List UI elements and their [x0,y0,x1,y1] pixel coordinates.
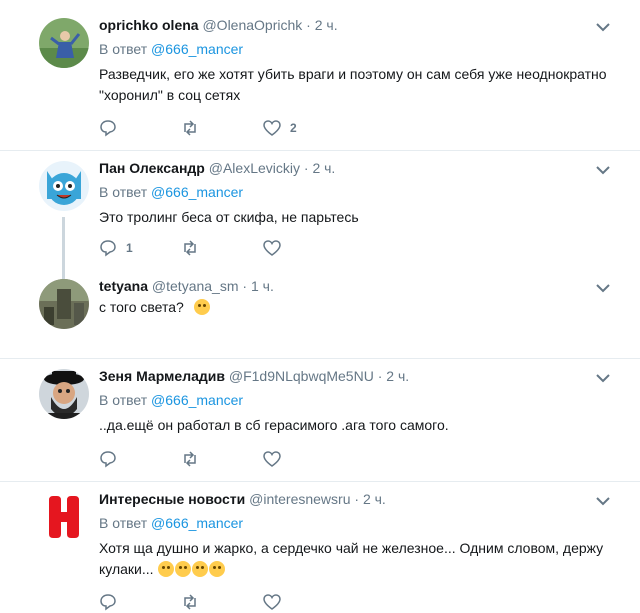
chevron-down-icon[interactable] [596,22,610,32]
tweet-item[interactable]: Интересные новости @interesnewsru · 2 ч.… [0,482,640,613]
timestamp[interactable]: 2 ч. [386,368,409,384]
separator-dot: · [303,160,309,176]
tweet-text: с того света? [99,299,184,315]
author-handle[interactable]: @F1d9NLqbwqMe5NU [229,368,374,384]
retweet-icon [184,120,196,136]
author-name[interactable]: Зеня Мармеладив [99,368,225,384]
reply-prefix: В ответ [99,392,148,408]
tweet-thread: Пан Олександр @AlexLevickiy · 2 ч. В отв… [0,151,640,359]
timestamp[interactable]: 2 ч. [312,160,335,176]
smile-emoji-icon [209,561,226,577]
separator-dot: · [354,491,360,507]
retweet-button[interactable] [181,239,263,257]
smiley-emoji-icon [192,561,209,577]
avatar[interactable] [39,279,89,329]
reply-context: В ответ @666_mancer [99,40,624,58]
reply-button[interactable] [99,450,181,468]
tweet-text: ..да.ещё он работал в сб герасимого .ага… [99,417,449,433]
like-button[interactable]: 2 [263,119,345,137]
reply-prefix: В ответ [99,515,148,531]
heart-icon [263,240,281,256]
retweet-button[interactable] [181,450,263,468]
author-handle[interactable]: @OlenaOprichk [202,17,302,33]
avatar[interactable] [39,18,89,68]
like-button[interactable] [263,239,345,257]
separator-dot: · [306,17,311,33]
reply-button[interactable]: 1 [99,239,181,257]
reply-count: 1 [126,241,133,255]
heart-icon [263,120,281,136]
reply-prefix: В ответ [99,184,148,200]
retweet-button[interactable] [181,593,263,611]
author-name[interactable]: Пан Олександр [99,160,205,176]
reply-context: В ответ @666_mancer [99,391,624,409]
reply-mention-link[interactable]: @666_mancer [151,184,243,200]
winking-face-emoji-icon [193,299,210,315]
avatar[interactable] [39,161,89,211]
author-handle[interactable]: @tetyana_sm [152,278,239,294]
reply-icon [100,120,116,137]
tweet-text-row: Хотя ща душно и жарко, а сердечко чай не… [99,538,624,580]
reply-prefix: В ответ [99,41,148,57]
avatar[interactable] [39,492,89,542]
grinning-emoji-icon [175,561,192,577]
retweet-icon [184,451,196,467]
tweet-text-row: с того света? [99,297,624,318]
tweet-header: oprichko olena @OlenaOprichk · 2 ч. [99,16,624,34]
reply-icon [100,594,116,611]
reply-context: В ответ @666_mancer [99,183,624,201]
reply-mention-link[interactable]: @666_mancer [151,41,243,57]
reply-icon [100,451,116,468]
chevron-down-icon[interactable] [596,496,610,506]
reply-button[interactable] [99,119,181,137]
separator-dot: · [377,368,383,384]
avatar[interactable] [39,369,89,419]
rofl-emoji-icon [158,561,175,577]
tweet-header: Интересные новости @interesnewsru · 2 ч. [99,490,624,508]
reply-mention-link[interactable]: @666_mancer [151,392,243,408]
retweet-icon [184,240,196,256]
retweet-icon [184,594,196,610]
timestamp[interactable]: 1 ч. [251,278,274,294]
author-handle[interactable]: @interesnewsru [249,491,350,507]
author-handle[interactable]: @AlexLevickiy [209,160,300,176]
like-count: 2 [290,121,297,135]
retweet-button[interactable] [181,119,263,137]
tweet-header: Зеня Мармеладив @F1d9NLqbwqMe5NU · 2 ч. [99,367,624,385]
timestamp[interactable]: 2 ч. [363,491,386,507]
tweet-header: tetyana @tetyana_sm · 1 ч. [99,277,624,295]
heart-icon [263,451,281,467]
reply-context: В ответ @666_mancer [99,514,624,532]
like-button[interactable] [263,593,345,611]
chevron-down-icon[interactable] [596,373,610,383]
reply-mention-link[interactable]: @666_mancer [151,515,243,531]
chevron-down-icon[interactable] [596,165,610,175]
like-button[interactable] [263,450,345,468]
author-name[interactable]: Интересные новости [99,491,245,507]
tweet-item[interactable]: Зеня Мармеладив @F1d9NLqbwqMe5NU · 2 ч. … [0,359,640,482]
author-name[interactable]: tetyana [99,278,148,294]
heart-icon [263,594,281,610]
tweet-header: Пан Олександр @AlexLevickiy · 2 ч. [99,159,624,177]
author-name[interactable]: oprichko olena [99,17,199,33]
timestamp[interactable]: 2 ч. [315,17,338,33]
tweet-item[interactable]: oprichko olena @OlenaOprichk · 2 ч. В от… [0,0,640,151]
tweet-text: Разведчик, его же хотят убить враги и по… [99,66,607,103]
separator-dot: · [242,278,248,294]
reply-button[interactable] [99,593,181,611]
chevron-down-icon[interactable] [596,283,610,293]
reply-icon [100,240,116,257]
tweet-text: Это тролинг беса от скифа, не парьтесь [99,209,359,225]
